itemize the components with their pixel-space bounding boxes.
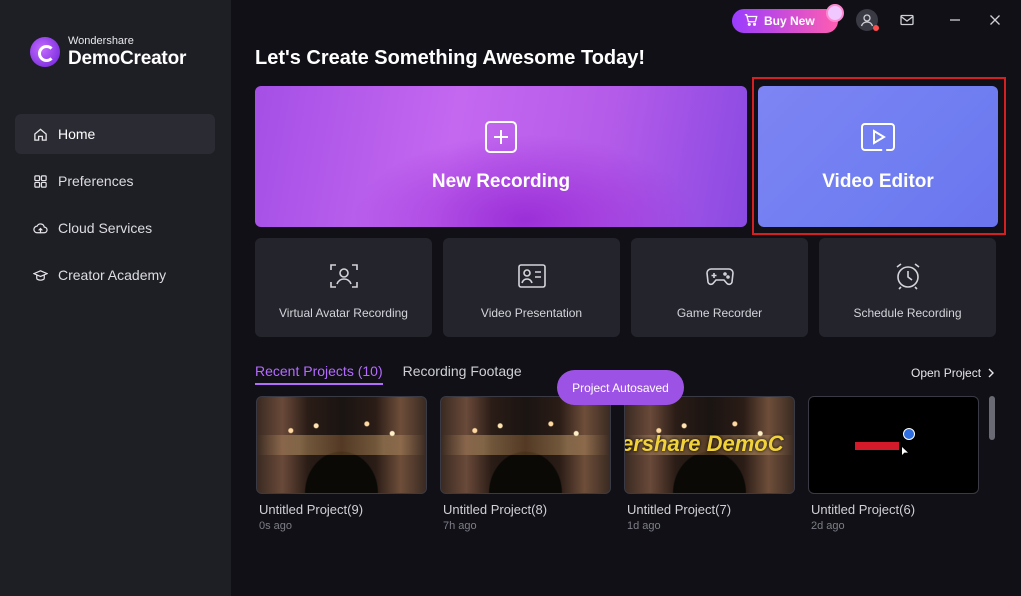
new-recording-label: New Recording: [431, 170, 571, 192]
thumbnail-image: [441, 435, 610, 455]
video-editor-label: Video Editor: [822, 170, 934, 192]
sidebar-item-label: Creator Academy: [58, 267, 167, 283]
democreator-logo-icon: [30, 37, 60, 67]
thumbnail-caption: ershare DemoC: [624, 431, 784, 456]
sidebar-item-label: Home: [58, 126, 96, 142]
logo-product-text: DemoCreator: [68, 48, 187, 69]
gamepad-icon: [705, 268, 734, 286]
home-icon: [33, 127, 48, 142]
tab-recent-projects[interactable]: Recent Projects (10): [255, 363, 383, 385]
user-avatar-button[interactable]: [856, 9, 879, 31]
project-thumbnail[interactable]: ershare DemoC: [624, 396, 795, 494]
promo-badge-icon: [826, 4, 844, 22]
page-title: Let's Create Something Awesome Today!: [255, 47, 646, 69]
sidebar-item-cloud-services[interactable]: Cloud Services: [15, 208, 215, 248]
presentation-icon: [517, 264, 546, 288]
tab-recording-footage[interactable]: Recording Footage: [403, 363, 522, 385]
sidebar-item-preferences[interactable]: Preferences: [15, 161, 215, 201]
project-time: 1d ago: [627, 520, 661, 532]
project-time: 7h ago: [443, 520, 477, 532]
sidebar-item-label: Preferences: [58, 173, 134, 189]
alarm-clock-icon: [896, 263, 919, 290]
close-button[interactable]: [984, 9, 1006, 31]
project-time: 2d ago: [811, 520, 845, 532]
cloud-icon: [33, 221, 48, 236]
small-card-label: Virtual Avatar Recording: [279, 306, 408, 320]
minimize-button[interactable]: [944, 9, 966, 31]
sidebar-item-creator-academy[interactable]: Creator Academy: [15, 255, 215, 295]
video-presentation-card[interactable]: Video Presentation: [443, 238, 620, 337]
project-thumbnail[interactable]: [256, 396, 427, 494]
project-tabs: Recent Projects (10) Recording Footage: [255, 363, 522, 385]
thumbnail-red-badge: [855, 442, 899, 450]
project-name[interactable]: Untitled Project(9): [259, 502, 363, 517]
sidebar-item-home[interactable]: Home: [15, 114, 215, 154]
project-name[interactable]: Untitled Project(7): [627, 502, 731, 517]
game-recorder-card[interactable]: Game Recorder: [631, 238, 808, 337]
new-recording-card[interactable]: New Recording: [255, 86, 747, 227]
app-logo: Wondershare DemoCreator: [30, 36, 186, 68]
small-card-label: Game Recorder: [676, 306, 763, 320]
thumbnail-blue-dot-icon: [903, 428, 915, 440]
projects-scrollbar[interactable]: [989, 396, 995, 440]
notification-dot: [873, 25, 879, 31]
graduation-cap-icon: [33, 268, 48, 283]
plus-icon: [485, 120, 517, 153]
mail-button[interactable]: [896, 9, 918, 31]
grid-icon: [33, 174, 48, 189]
open-project-label: Open Project: [911, 366, 982, 380]
virtual-avatar-recording-card[interactable]: Virtual Avatar Recording: [255, 238, 432, 337]
minimize-icon: [950, 19, 960, 21]
schedule-recording-card[interactable]: Schedule Recording: [819, 238, 996, 337]
buy-now-label: Buy New: [764, 14, 815, 28]
project-time: 0s ago: [259, 520, 293, 532]
sidebar: Wondershare DemoCreator Home Preferences…: [0, 0, 231, 596]
play-icon: [861, 122, 895, 151]
close-icon: [990, 15, 1000, 25]
avatar-frame-icon: [329, 264, 358, 288]
chevron-right-icon: [988, 368, 995, 378]
logo-brand-text: Wondershare: [68, 35, 134, 47]
small-card-label: Video Presentation: [480, 306, 583, 320]
small-card-label: Schedule Recording: [853, 306, 962, 320]
open-project-link[interactable]: Open Project: [911, 366, 995, 380]
thumbnail-image: [257, 435, 426, 455]
cursor-icon: [902, 447, 908, 455]
project-thumbnail[interactable]: [440, 396, 611, 494]
sidebar-item-label: Cloud Services: [58, 220, 153, 236]
video-editor-card[interactable]: Video Editor: [758, 86, 998, 227]
sidebar-nav: Home Preferences Cloud Services Creator …: [15, 114, 215, 302]
cart-icon: [744, 13, 758, 30]
buy-now-button[interactable]: Buy New: [732, 4, 844, 33]
mail-icon: [900, 14, 914, 26]
project-name[interactable]: Untitled Project(6): [811, 502, 915, 517]
project-thumbnail[interactable]: [808, 396, 979, 494]
project-name[interactable]: Untitled Project(8): [443, 502, 547, 517]
autosave-toast: Project Autosaved: [557, 370, 684, 405]
